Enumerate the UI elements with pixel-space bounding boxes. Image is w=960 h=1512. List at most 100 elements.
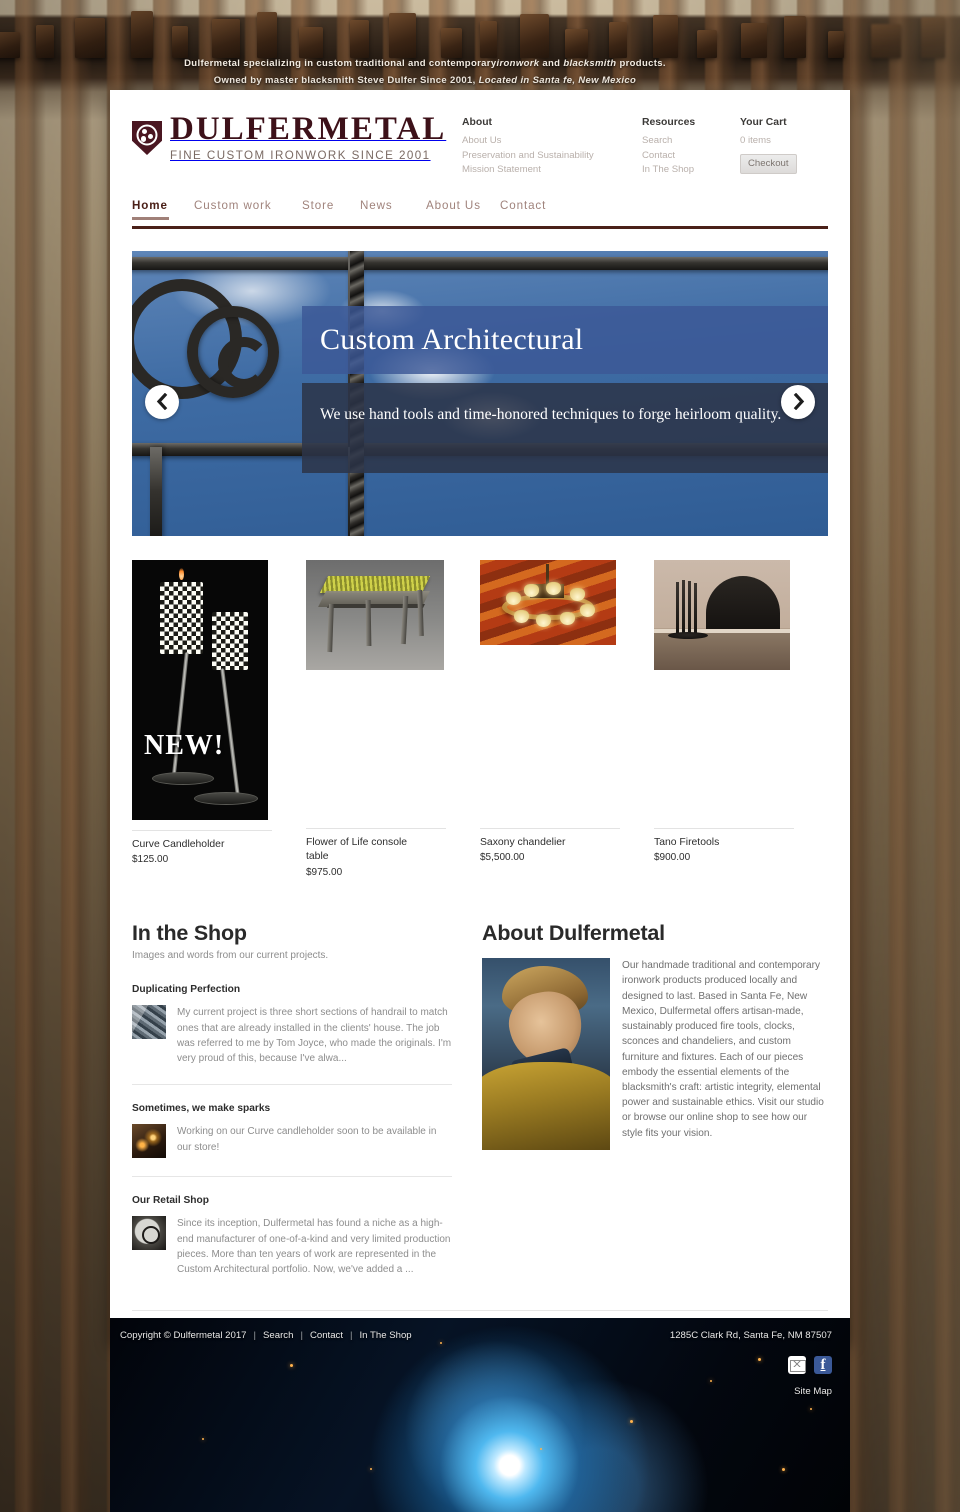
shield-dot-3 xyxy=(141,136,147,142)
page-container: DULFERMETAL FINE CUSTOM IRONWORK SINCE 2… xyxy=(110,90,850,1345)
product-divider xyxy=(132,829,272,831)
fire-tool-3 xyxy=(688,580,691,634)
fire-tool-4 xyxy=(694,582,697,634)
lower-section: In the Shop Images and words from our cu… xyxy=(132,920,828,1277)
chandelier-lamp-6 xyxy=(560,611,575,625)
chandelier-lamp-8 xyxy=(514,609,529,623)
hero-prev-button[interactable] xyxy=(145,384,179,419)
footer-link-in-the-shop[interactable]: In The Shop xyxy=(360,1330,412,1341)
hammer-head xyxy=(172,26,188,58)
hero-next-button[interactable] xyxy=(781,384,815,419)
nav-item-home[interactable]: Home xyxy=(132,196,194,220)
shop-post[interactable]: Duplicating Perfection My current projec… xyxy=(132,982,452,1066)
header-link-mission[interactable]: Mission Statement xyxy=(462,163,632,178)
header-link-in-the-shop[interactable]: In The Shop xyxy=(642,163,730,178)
checkout-button[interactable]: Checkout xyxy=(740,153,797,174)
site-footer: Copyright © Dulfermetal 2017 | Search | … xyxy=(110,1318,850,1512)
about-column: About Dulfermetal Our handmade tradition… xyxy=(474,920,826,1277)
chevron-right-icon xyxy=(793,393,804,411)
product-divider xyxy=(654,827,794,829)
new-badge: NEW! xyxy=(144,729,225,761)
footer-left-links: Copyright © Dulfermetal 2017 | Search | … xyxy=(120,1330,412,1341)
footer-link-search[interactable]: Search xyxy=(263,1330,293,1341)
tagline-line-2: Owned by master blacksmith Steve Dulfer … xyxy=(0,72,850,89)
chevron-left-icon xyxy=(156,393,167,411)
table-leg-3 xyxy=(400,595,409,644)
sparks-thumb-icon xyxy=(132,1124,166,1159)
nav-item-store[interactable]: Store xyxy=(302,196,360,220)
header-link-contact[interactable]: Contact xyxy=(642,149,730,164)
footer-divider-2: | xyxy=(300,1330,303,1341)
nav-item-custom-work[interactable]: Custom work xyxy=(194,196,302,220)
candle-flame xyxy=(179,567,184,580)
candle-base-1 xyxy=(152,771,214,785)
product-card[interactable]: NEW! Curve Candleholder $125.00 xyxy=(132,559,306,881)
product-card[interactable]: Saxony chandelier $5,500.00 xyxy=(480,559,654,881)
footer-sitemap-link[interactable]: Site Map xyxy=(794,1386,832,1397)
iron-bar-top xyxy=(132,256,828,270)
in-the-shop-subtitle: Images and words from our current projec… xyxy=(132,950,329,962)
header-col-cart: Your Cart 0 items Checkout xyxy=(740,115,818,178)
handrail-thumb-icon xyxy=(132,1005,166,1040)
table-leg-1 xyxy=(327,603,334,652)
product-image-wrap xyxy=(480,559,654,645)
footer-content: Copyright © Dulfermetal 2017 | Search | … xyxy=(110,1318,850,1512)
chandelier-lamp-3 xyxy=(546,581,561,595)
shield-dot-1 xyxy=(141,128,147,134)
shop-post-title: Our Retail Shop xyxy=(132,1195,209,1207)
footer-link-contact[interactable]: Contact xyxy=(310,1330,343,1341)
product-price: $975.00 xyxy=(306,866,343,878)
iron-scroll-spiral xyxy=(187,305,279,398)
main-navigation: Home Custom work Store News About Us Con… xyxy=(132,196,828,229)
fireplace-arch xyxy=(706,575,780,632)
product-card[interactable]: Tano Firetools $900.00 xyxy=(654,559,828,881)
hammer-head xyxy=(299,27,323,58)
footer-social-links: f xyxy=(788,1356,832,1374)
footer-copyright: Copyright © Dulfermetal 2017 xyxy=(120,1330,247,1341)
about-title: About Dulfermetal xyxy=(482,921,665,946)
table-rail xyxy=(327,603,425,608)
nav-item-home-label: Home xyxy=(132,198,168,212)
shield-logo-icon xyxy=(132,121,162,155)
hero-subtitle: We use hand tools and time-honored techn… xyxy=(320,405,782,423)
product-divider xyxy=(480,827,620,829)
product-card[interactable]: Flower of Life console table $975.00 xyxy=(306,559,480,881)
facebook-icon[interactable]: f xyxy=(814,1356,832,1374)
shop-post-title: Sometimes, we make sparks xyxy=(132,1103,271,1115)
nav-item-news[interactable]: News xyxy=(360,196,426,220)
shop-post-body: Working on our Curve candleholder soon t… xyxy=(177,1126,437,1153)
footer-divider-3: | xyxy=(350,1330,353,1341)
hammer-head xyxy=(389,13,416,58)
hammer-head xyxy=(697,30,717,58)
blacksmith-portrait-photo xyxy=(482,958,610,1151)
header-link-search[interactable]: Search xyxy=(642,134,730,149)
chandelier-lamp-5 xyxy=(580,603,595,617)
email-icon[interactable] xyxy=(788,1356,806,1374)
product-price: $900.00 xyxy=(654,852,691,864)
site-logo[interactable]: DULFERMETAL FINE CUSTOM IRONWORK SINCE 2… xyxy=(132,112,462,164)
chandelier-lamp-2 xyxy=(524,583,539,597)
header-link-preservation[interactable]: Preservation and Sustainability xyxy=(462,149,632,164)
cart-title: Your Cart xyxy=(740,117,787,128)
shop-post[interactable]: Our Retail Shop Since its inception, Dul… xyxy=(132,1176,452,1277)
hammer-head xyxy=(653,15,678,58)
hammer-head xyxy=(212,19,240,58)
tano-firetools-photo xyxy=(654,559,790,670)
shop-post[interactable]: Sometimes, we make sparks Working on our… xyxy=(132,1084,452,1159)
hammer-head xyxy=(75,18,105,58)
hammer-head xyxy=(257,12,277,58)
portrait-jacket xyxy=(482,1062,610,1151)
tagline-line1-part-b: and xyxy=(539,58,564,69)
header-link-about-us[interactable]: About Us xyxy=(462,134,632,149)
hammer-head xyxy=(741,23,767,58)
hammer-head xyxy=(828,31,844,58)
header-col-resources-title: Resources xyxy=(642,117,696,128)
tagline-line-1: Dulfermetal specializing in custom tradi… xyxy=(0,55,850,72)
tagline-line2-part-a: Owned by master blacksmith Steve Dulfer … xyxy=(213,75,479,86)
nav-item-about-us[interactable]: About Us xyxy=(426,196,500,220)
chandelier-lamp-7 xyxy=(536,613,551,627)
logo-subtitle: FINE CUSTOM IRONWORK SINCE 2001 xyxy=(170,149,431,162)
hammer-head xyxy=(350,20,369,58)
nav-item-contact[interactable]: Contact xyxy=(500,196,580,220)
hammer-head xyxy=(36,25,54,58)
